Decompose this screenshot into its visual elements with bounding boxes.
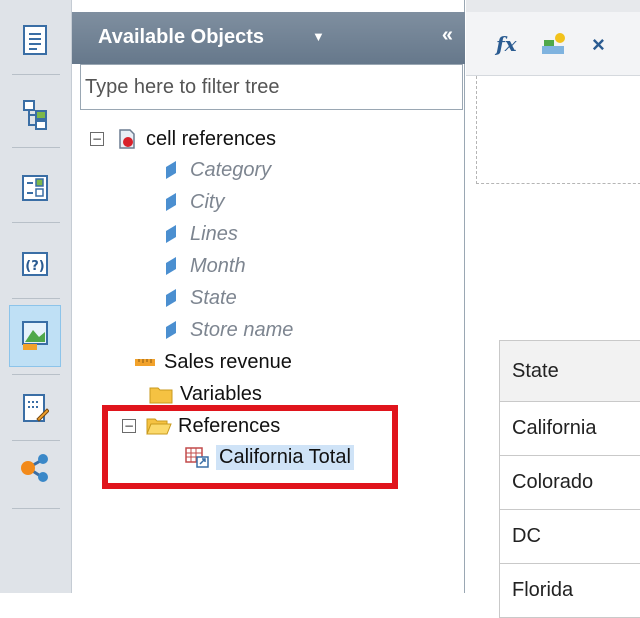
help-icon[interactable]: (?)	[9, 236, 61, 292]
tree-node-label: Category	[190, 158, 272, 181]
collapse-icon[interactable]: −	[90, 132, 104, 146]
share-icon[interactable]	[9, 440, 61, 496]
edit-document-icon[interactable]	[9, 380, 61, 436]
toolbar-separator	[12, 374, 60, 375]
tree-node-label: Month	[190, 254, 246, 277]
dimension-icon	[158, 159, 184, 181]
tree-node-label: cell references	[146, 127, 277, 150]
folder-icon	[148, 383, 174, 405]
table-header-cell[interactable]: State	[500, 340, 640, 402]
dimension-icon	[158, 255, 184, 277]
dimension-icon	[158, 287, 184, 309]
tree-node-label: State	[190, 286, 237, 309]
checklist-icon[interactable]	[9, 160, 61, 216]
available-objects-panel: Available Objects ▼ « − cell references …	[72, 0, 465, 593]
top-strip	[466, 0, 640, 12]
tree-node-label: Variables	[180, 382, 262, 405]
tree-node-dimension[interactable]: City	[158, 186, 224, 218]
tree-node-dimension[interactable]: Store name	[158, 314, 293, 346]
filter-tree-input[interactable]	[80, 64, 463, 110]
formula-toolbar: fx ×	[466, 12, 640, 76]
formula-area	[476, 76, 640, 184]
tree-node-dimension[interactable]: Category	[158, 154, 271, 186]
cancel-formula-button[interactable]: ×	[592, 32, 605, 58]
panel-header: Available Objects ▼ «	[72, 12, 465, 64]
dimension-icon	[158, 191, 184, 213]
table-cell[interactable]: DC	[500, 510, 640, 564]
document-icon[interactable]	[9, 12, 61, 68]
chart-icon[interactable]	[9, 305, 61, 367]
tree-node-label: City	[190, 190, 225, 213]
tree-node-label: Lines	[190, 222, 238, 245]
svg-text:(?): (?)	[25, 259, 44, 274]
chevron-down-icon[interactable]: ▼	[312, 29, 325, 44]
tree-node-dimension[interactable]: State	[158, 282, 237, 314]
hierarchy-icon[interactable]	[9, 86, 61, 142]
toolbar-separator	[12, 298, 60, 299]
universe-icon	[114, 128, 140, 150]
table-cell[interactable]: Colorado	[500, 456, 640, 510]
toolbar-separator	[12, 74, 60, 75]
variable-editor-icon[interactable]	[540, 32, 566, 61]
report-table: State California Colorado DC Florida	[499, 340, 640, 618]
toolbar-separator	[12, 147, 60, 148]
tree-node-dimension[interactable]: Month	[158, 250, 246, 282]
toolbar-separator	[12, 508, 60, 509]
highlight-box	[102, 405, 398, 489]
left-toolbar: (?)	[0, 0, 72, 593]
panel-title: Available Objects	[98, 26, 264, 48]
fx-button[interactable]: fx	[496, 32, 517, 56]
table-cell[interactable]: Florida	[500, 564, 640, 618]
table-cell[interactable]: California	[500, 402, 640, 456]
tree-node-label: Store name	[190, 318, 294, 341]
tree-node-dimension[interactable]: Lines	[158, 218, 238, 250]
tree-node-measure[interactable]: Sales revenue	[132, 346, 292, 378]
dimension-icon	[158, 223, 184, 245]
tree-node-root[interactable]: − cell references	[90, 123, 276, 155]
measure-icon	[132, 351, 158, 373]
dimension-icon	[158, 319, 184, 341]
toolbar-separator	[12, 222, 60, 223]
tree-node-label: Sales revenue	[164, 350, 292, 373]
collapse-panel-button[interactable]: «	[442, 24, 453, 47]
